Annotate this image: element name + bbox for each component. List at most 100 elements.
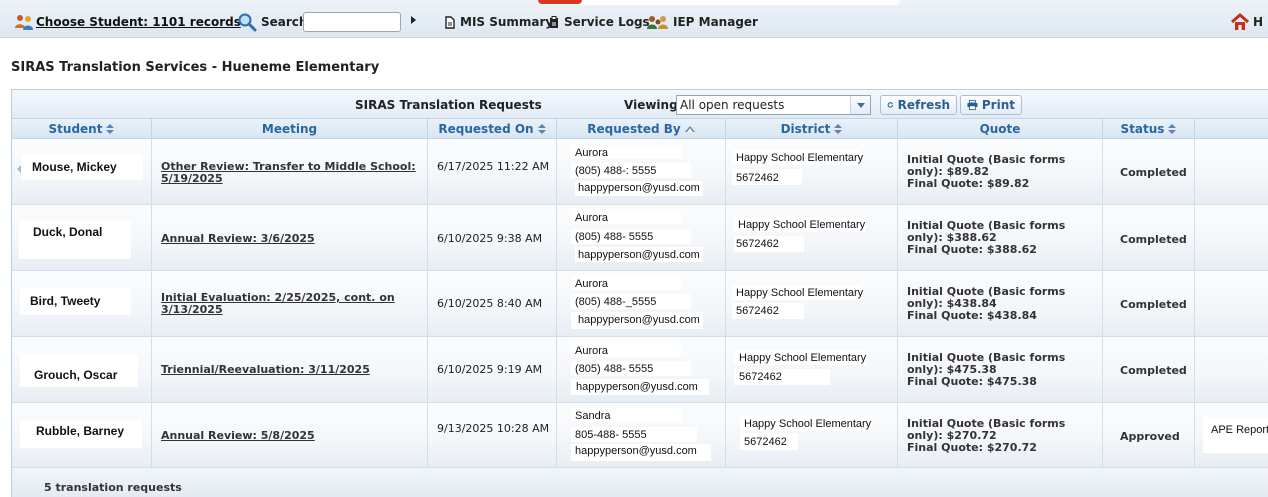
sort-icon bbox=[537, 123, 546, 134]
column-header-district[interactable]: District bbox=[726, 119, 898, 139]
quote-final: Final Quote: $89.82 bbox=[907, 177, 1030, 190]
column-header-label: Status bbox=[1120, 121, 1165, 136]
print-button[interactable]: Print bbox=[960, 95, 1022, 115]
quote-final: Final Quote: $475.38 bbox=[907, 375, 1037, 388]
table-row[interactable]: Bird, Tweety Initial Evaluation: 2/25/20… bbox=[12, 271, 1268, 337]
requested-by-cell: Aurora (805) 488-: 5555 happyperson@yusd… bbox=[557, 139, 726, 204]
requested-on-cell: 6/10/2025 9:19 AM bbox=[428, 337, 557, 402]
refresh-button[interactable]: Refresh bbox=[880, 95, 957, 115]
refresh-icon bbox=[887, 102, 894, 108]
requester-email: happyperson@yusd.com bbox=[578, 314, 700, 326]
top-nav: Choose Student: 1101 records Search MIS … bbox=[0, 0, 1268, 38]
district-name: Happy School Elementary bbox=[738, 219, 866, 231]
quote-cell: Initial Quote (Basic forms only): $438.8… bbox=[898, 271, 1103, 336]
record-count: 5 translation requests bbox=[44, 481, 182, 494]
column-header-label: Quote bbox=[979, 121, 1021, 136]
meeting-link[interactable]: Other Review: Transfer to Middle School:… bbox=[161, 161, 421, 185]
district-code: 5672462 bbox=[744, 436, 787, 448]
requested-on-cell: 6/10/2025 9:38 AM bbox=[428, 205, 557, 270]
panel-title: SIRAS Translation Requests bbox=[355, 98, 542, 112]
search-label: Search bbox=[261, 15, 308, 29]
quote-cell: Initial Quote (Basic forms only): $270.7… bbox=[898, 403, 1103, 467]
district-cell: Happy School Elementary 5672462 bbox=[726, 139, 898, 204]
requester-email: happyperson@yusd.com bbox=[576, 381, 698, 393]
district-code: 5672462 bbox=[736, 172, 779, 184]
requester-email: happyperson@yusd.com bbox=[575, 445, 697, 457]
requester-name: Sandra bbox=[575, 410, 611, 422]
home-label: H bbox=[1253, 15, 1264, 29]
home-icon bbox=[1231, 13, 1249, 30]
quote-cell: Initial Quote (Basic forms only): $475.3… bbox=[898, 337, 1103, 402]
meeting-cell: Annual Review: 5/8/2025 bbox=[152, 403, 428, 467]
column-header-requested-by[interactable]: Requested By bbox=[557, 119, 726, 139]
requested-by-cell: Aurora (805) 488- 5555 happyperson@yusd.… bbox=[557, 205, 726, 270]
table-row[interactable]: Mouse, Mickey Other Review: Transfer to … bbox=[12, 139, 1268, 205]
search-input[interactable] bbox=[303, 12, 401, 32]
requested-on-value: 6/10/2025 9:38 AM bbox=[437, 232, 543, 245]
extra-cell bbox=[1195, 337, 1268, 402]
panel-header: SIRAS Translation Requests Viewing: All … bbox=[12, 90, 1268, 119]
mis-summary-link[interactable]: MIS Summary bbox=[445, 13, 553, 31]
meeting-link[interactable]: Annual Review: 3/6/2025 bbox=[161, 233, 421, 245]
print-label: Print bbox=[981, 98, 1015, 112]
search-go-icon[interactable] bbox=[411, 16, 416, 24]
meeting-link[interactable]: Annual Review: 5/8/2025 bbox=[161, 430, 421, 442]
district-name: Happy School Elementary bbox=[736, 287, 864, 299]
requested-on-value: 6/10/2025 8:40 AM bbox=[437, 297, 543, 310]
iep-manager-link[interactable]: IEP Manager bbox=[647, 13, 758, 31]
district-cell: Happy School Elementary 5672462 bbox=[726, 337, 898, 402]
column-header-extra bbox=[1195, 119, 1268, 139]
status-cell: Completed bbox=[1103, 205, 1195, 270]
requester-name: Aurora bbox=[575, 212, 609, 224]
requested-by-cell: Aurora (805) 488- 5555 happyperson@yusd.… bbox=[557, 337, 726, 402]
district-cell: Happy School Elementary 5672462 bbox=[726, 403, 898, 467]
iep-manager-label: IEP Manager bbox=[673, 15, 758, 29]
district-code: 5672462 bbox=[739, 371, 782, 383]
requester-phone: (805) 488- 5555 bbox=[575, 231, 654, 243]
requested-on-cell: 6/17/2025 11:22 AM bbox=[428, 139, 557, 204]
student-cell: Rubble, Barney bbox=[12, 403, 152, 467]
column-header-requested-on[interactable]: Requested On bbox=[428, 119, 557, 139]
document-icon bbox=[445, 15, 455, 29]
meeting-link[interactable]: Triennial/Reevaluation: 3/11/2025 bbox=[161, 364, 421, 376]
table-row[interactable]: Duck, Donal Annual Review: 3/6/2025 6/10… bbox=[12, 205, 1268, 271]
district-name: Happy School Elementary bbox=[744, 418, 872, 430]
student-name: Grouch, Oscar bbox=[34, 368, 118, 382]
requester-name: Aurora bbox=[575, 278, 609, 290]
requester-phone: (805) 488- 5555 bbox=[575, 363, 654, 375]
chevron-down-icon[interactable] bbox=[850, 96, 870, 114]
requester-email: happyperson@yusd.com bbox=[578, 182, 700, 194]
students-icon bbox=[15, 15, 33, 30]
sort-icon bbox=[1168, 123, 1177, 134]
column-header-student[interactable]: Student bbox=[12, 119, 152, 139]
top-edge-accent bbox=[538, 0, 582, 4]
quote-cell: Initial Quote (Basic forms only): $388.6… bbox=[898, 205, 1103, 270]
translation-requests-panel: SIRAS Translation Requests Viewing: All … bbox=[11, 89, 1268, 497]
choose-student-link[interactable]: Choose Student: 1101 records bbox=[14, 13, 241, 31]
table-row[interactable]: Rubble, Barney Annual Review: 5/8/2025 9… bbox=[12, 403, 1268, 468]
home-link[interactable]: H bbox=[1230, 13, 1263, 31]
requested-on-cell: 6/10/2025 8:40 AM bbox=[428, 271, 557, 336]
quote-cell: Initial Quote (Basic forms only): $89.82… bbox=[898, 139, 1103, 204]
table-row[interactable]: Grouch, Oscar Triennial/Reevaluation: 3/… bbox=[12, 337, 1268, 403]
service-logs-link[interactable]: Service Logs bbox=[549, 13, 650, 31]
column-header-label: Requested By bbox=[587, 121, 681, 136]
student-cell: Duck, Donal bbox=[12, 205, 152, 270]
column-header-status[interactable]: Status bbox=[1103, 119, 1195, 139]
viewing-select[interactable]: All open requests bbox=[676, 95, 871, 115]
status-cell: Completed bbox=[1103, 139, 1195, 204]
status-cell: Completed bbox=[1103, 337, 1195, 402]
column-header-quote[interactable]: Quote bbox=[898, 119, 1103, 139]
quote-initial: Initial Quote (Basic forms only): $438.8… bbox=[907, 285, 1066, 310]
service-logs-label: Service Logs bbox=[564, 15, 650, 29]
quote-initial: Initial Quote (Basic forms only): $475.3… bbox=[907, 351, 1066, 376]
district-name: Happy School Elementary bbox=[736, 152, 864, 164]
extra-cell bbox=[1195, 205, 1268, 270]
column-header-meeting[interactable]: Meeting bbox=[152, 119, 428, 139]
quote-initial: Initial Quote (Basic forms only): $388.6… bbox=[907, 219, 1066, 244]
column-header-label: Requested On bbox=[438, 121, 534, 136]
district-cell: Happy School Elementary 5672462 bbox=[726, 271, 898, 336]
meeting-link[interactable]: Initial Evaluation: 2/25/2025, cont. on … bbox=[161, 292, 421, 316]
mis-summary-label: MIS Summary bbox=[460, 15, 554, 29]
meeting-cell: Other Review: Transfer to Middle School:… bbox=[152, 139, 428, 204]
